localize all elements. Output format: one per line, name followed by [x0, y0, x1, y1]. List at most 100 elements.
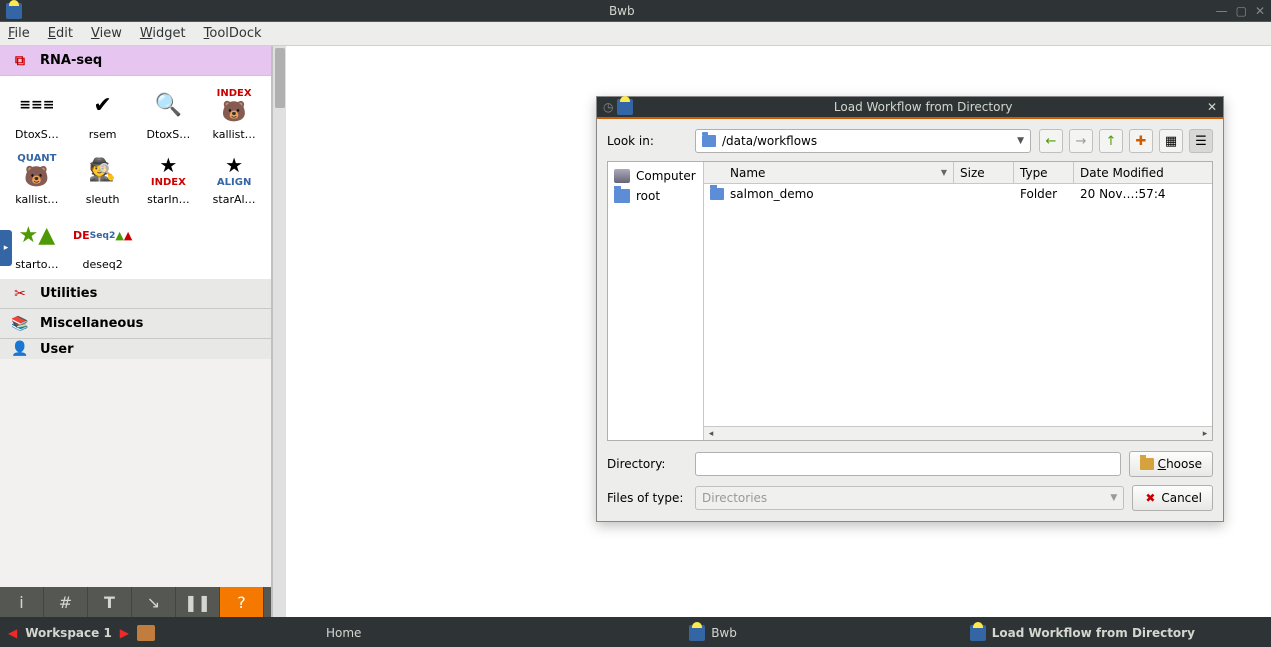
dialog-titlebar: ◷ Load Workflow from Directory ✕ — [597, 97, 1223, 119]
file-name: salmon_demo — [730, 187, 814, 201]
task-bwb[interactable]: Bwb — [532, 625, 893, 641]
window-buttons: — ▢ ✕ — [1216, 4, 1265, 18]
star-align-icon: ★ALIGN — [210, 149, 258, 191]
task-home[interactable]: Home — [163, 626, 524, 640]
path-combo[interactable]: /data/workflows ▼ — [695, 129, 1031, 153]
pause-button[interactable]: ❚❚ — [176, 587, 220, 617]
new-folder-button[interactable]: ✚ — [1129, 129, 1153, 153]
bwb-icon — [970, 625, 986, 641]
dialog-app-icon — [617, 99, 633, 115]
minimize-button[interactable]: — — [1216, 4, 1228, 18]
column-size[interactable]: Size — [954, 162, 1014, 183]
widget-dtoxs-2[interactable]: 🔍DtoxS… — [138, 82, 200, 143]
widget-sidebar: ⧉ RNA-seq ≡≡≡DtoxS… ✔rsem 🔍DtoxS… INDEX🐻… — [0, 46, 272, 617]
widget-star-align[interactable]: ★ALIGNstarAl… — [203, 147, 265, 208]
cancel-icon: ✖ — [1143, 492, 1157, 504]
widget-kallisto-quant[interactable]: QUANT🐻kallist… — [6, 147, 68, 208]
main-window: File Edit View Widget ToolDock ⧉ RNA-seq… — [0, 22, 1271, 617]
rsem-icon: ✔ — [79, 84, 127, 126]
icon-view-button[interactable]: ▦ — [1159, 129, 1183, 153]
window-title: Bwb — [28, 4, 1216, 18]
column-date[interactable]: Date Modified — [1074, 162, 1212, 183]
folder-icon — [614, 189, 630, 203]
workspace-label[interactable]: Workspace 1 — [25, 626, 112, 640]
list-view-button[interactable]: ☰ — [1189, 129, 1213, 153]
category-utilities[interactable]: ✂ Utilities — [0, 279, 271, 309]
dialog-close-button[interactable]: ✕ — [1207, 100, 1217, 114]
file-row[interactable]: salmon_demo Folder 20 Nov…:57:4 — [704, 184, 1212, 204]
kallisto-index-icon: INDEX🐻 — [210, 84, 258, 126]
place-computer[interactable]: Computer — [612, 166, 699, 186]
bottom-toolbar: i # T ↘ ❚❚ ? — [0, 587, 271, 617]
text-button[interactable]: T — [88, 587, 132, 617]
sidebar-scrollbar[interactable] — [272, 46, 286, 617]
info-button[interactable]: i — [0, 587, 44, 617]
arrow-button[interactable]: ↘ — [132, 587, 176, 617]
dialog-menu-icon[interactable]: ◷ — [603, 100, 613, 114]
deseq2-icon: DESeq2▲▲ — [79, 214, 127, 256]
folder-icon — [710, 188, 724, 200]
sort-indicator-icon: ▼ — [941, 168, 947, 177]
category-label: Miscellaneous — [40, 316, 143, 331]
category-rna-seq[interactable]: ⧉ RNA-seq — [0, 46, 271, 76]
magnifier-icon: 🔍 — [144, 84, 192, 126]
menu-tooldock[interactable]: ToolDock — [204, 26, 262, 41]
folder-icon — [1140, 458, 1154, 470]
path-value: /data/workflows — [722, 134, 817, 148]
widget-kallisto-index[interactable]: INDEX🐻kallist… — [203, 82, 265, 143]
scroll-right-icon[interactable]: ▸ — [1198, 429, 1212, 439]
menu-view[interactable]: View — [91, 26, 122, 41]
widget-startools[interactable]: ★▲starto… — [6, 212, 68, 273]
side-panel-toggle[interactable]: ▸ — [0, 230, 12, 266]
dtoxs-icon: ≡≡≡ — [13, 84, 61, 126]
category-label: Utilities — [40, 286, 97, 301]
look-in-label: Look in: — [607, 134, 687, 148]
scroll-left-icon[interactable]: ◂ — [704, 429, 718, 439]
workspace-prev-icon[interactable]: ◀ — [8, 626, 17, 640]
directory-input[interactable] — [695, 452, 1121, 476]
task-load-workflow[interactable]: Load Workflow from Directory — [902, 625, 1263, 641]
place-root[interactable]: root — [612, 186, 699, 206]
widget-deseq2[interactable]: DESeq2▲▲deseq2 — [72, 212, 134, 273]
menu-widget[interactable]: Widget — [140, 26, 186, 41]
choose-button[interactable]: Choose — [1129, 451, 1213, 477]
app-icon — [6, 3, 22, 19]
help-button[interactable]: ? — [220, 587, 264, 617]
menu-edit[interactable]: Edit — [48, 26, 73, 41]
category-miscellaneous[interactable]: 📚 Miscellaneous — [0, 309, 271, 339]
category-user[interactable]: 👤 User — [0, 339, 271, 359]
misc-icon: 📚 — [8, 315, 32, 333]
file-rows[interactable]: salmon_demo Folder 20 Nov…:57:4 — [704, 184, 1212, 426]
startools-icon: ★▲ — [13, 214, 61, 256]
folder-icon — [702, 135, 716, 147]
column-name[interactable]: Name▼ — [704, 162, 954, 183]
workspace-next-icon[interactable]: ▶ — [120, 626, 129, 640]
file-list: Name▼ Size Type Date Modified salmon_dem… — [704, 162, 1212, 440]
close-button[interactable]: ✕ — [1255, 4, 1265, 18]
back-button[interactable]: ← — [1039, 129, 1063, 153]
category-label: RNA-seq — [40, 53, 102, 68]
kallisto-quant-icon: QUANT🐻 — [13, 149, 61, 191]
cancel-button[interactable]: ✖Cancel — [1132, 485, 1213, 511]
widget-sleuth[interactable]: 🕵sleuth — [72, 147, 134, 208]
menu-file[interactable]: File — [8, 26, 30, 41]
widget-rsem[interactable]: ✔rsem — [72, 82, 134, 143]
files-of-type-value: Directories — [702, 491, 767, 505]
place-label: root — [636, 189, 660, 203]
forward-button[interactable]: → — [1069, 129, 1093, 153]
workarea: ⧉ RNA-seq ≡≡≡DtoxS… ✔rsem 🔍DtoxS… INDEX🐻… — [0, 46, 1271, 617]
category-label: User — [40, 342, 74, 357]
places-panel: Computer root — [608, 162, 704, 440]
maximize-button[interactable]: ▢ — [1236, 4, 1247, 18]
up-button[interactable]: ↑ — [1099, 129, 1123, 153]
widget-star-index[interactable]: ★INDEXstarIn… — [138, 147, 200, 208]
bwb-icon — [689, 625, 705, 641]
dialog-title: Load Workflow from Directory — [639, 100, 1206, 114]
star-index-icon: ★INDEX — [144, 149, 192, 191]
widget-dtoxs-1[interactable]: ≡≡≡DtoxS… — [6, 82, 68, 143]
column-type[interactable]: Type — [1014, 162, 1074, 183]
grid-button[interactable]: # — [44, 587, 88, 617]
canvas[interactable]: ◷ Load Workflow from Directory ✕ Look in… — [286, 46, 1271, 617]
horizontal-scrollbar[interactable]: ◂ ▸ — [704, 426, 1212, 440]
home-folder-icon[interactable] — [137, 625, 155, 641]
